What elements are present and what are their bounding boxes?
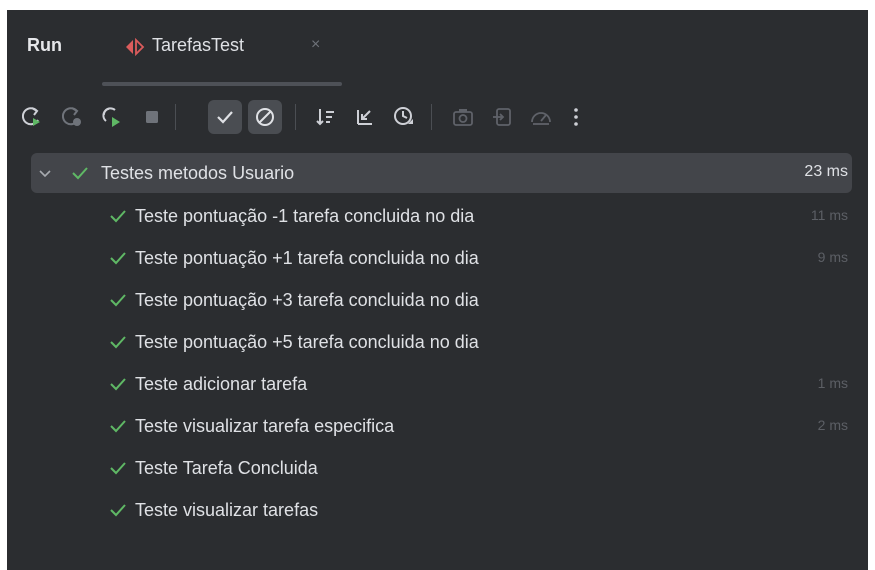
show-passed-icon	[217, 111, 233, 124]
run-tool-window: Run TarefasTest × Testes metodos Usuario…	[7, 10, 868, 570]
check-icon	[110, 336, 126, 349]
test-row[interactable]: Teste visualizar tarefas	[31, 490, 852, 530]
sort-alpha-button[interactable]	[309, 100, 343, 134]
sort-duration-icon	[394, 107, 413, 125]
test-row[interactable]: Teste adicionar tarefa 1 ms	[31, 364, 852, 404]
test-time: 1 ms	[817, 375, 848, 391]
check-icon	[72, 167, 88, 180]
test-label: Teste pontuação +3 tarefa concluida no d…	[135, 290, 479, 310]
rerun-icon	[21, 107, 40, 126]
test-time: 9 ms	[817, 249, 848, 265]
rerun-button[interactable]	[15, 100, 49, 134]
test-label: Teste pontuação +1 tarefa concluida no d…	[135, 248, 479, 268]
coverage-icon	[531, 112, 551, 125]
run-header: Run TarefasTest ×	[7, 10, 868, 86]
check-icon	[110, 378, 126, 391]
tab-tarefastest[interactable]: TarefasTest ×	[102, 10, 342, 86]
collapse-all-button[interactable]	[348, 100, 382, 134]
show-ignored-toggle[interactable]	[248, 100, 282, 134]
test-row[interactable]: Teste Tarefa Concluida	[31, 448, 852, 488]
test-row[interactable]: Teste visualizar tarefa especifica 2 ms	[31, 406, 852, 446]
tab-label: TarefasTest	[152, 35, 245, 55]
coverage-button[interactable]	[524, 100, 558, 134]
tab-active-indicator	[102, 82, 342, 86]
sort-alpha-icon	[316, 109, 334, 126]
show-passed-toggle[interactable]	[208, 100, 242, 134]
toolbar-separator	[175, 104, 176, 130]
more-options-button[interactable]	[559, 100, 593, 134]
check-icon	[110, 210, 126, 223]
close-icon[interactable]: ×	[311, 36, 320, 54]
test-label: Teste pontuação -1 tarefa concluida no d…	[135, 206, 475, 226]
test-time: 11 ms	[810, 207, 848, 223]
more-icon	[574, 108, 578, 126]
check-icon	[110, 504, 126, 517]
sort-duration-button[interactable]	[387, 100, 421, 134]
test-row[interactable]: Teste pontuação +5 tarefa concluida no d…	[31, 322, 852, 362]
run-title: Run	[27, 35, 62, 55]
test-label: Teste visualizar tarefas	[135, 500, 319, 520]
tree-root-time: 23 ms	[804, 163, 848, 180]
stop-icon	[146, 111, 158, 123]
stop-button[interactable]	[135, 100, 169, 134]
chevron-down-icon[interactable]	[37, 165, 53, 181]
rerun-failed-button[interactable]	[55, 100, 89, 134]
test-label: Teste adicionar tarefa	[135, 374, 308, 394]
collapse-all-icon	[357, 110, 372, 125]
test-row[interactable]: Teste pontuação +1 tarefa concluida no d…	[31, 238, 852, 278]
test-row[interactable]: Teste pontuação -1 tarefa concluida no d…	[31, 196, 852, 236]
toolbar-separator	[295, 104, 296, 130]
import-icon	[493, 108, 511, 126]
rerun-auto-icon	[102, 107, 120, 127]
tree-root-row[interactable]: Testes metodos Usuario 23 ms	[31, 153, 852, 193]
test-label: Teste Tarefa Concluida	[135, 458, 318, 478]
rerun-failed-icon	[61, 107, 81, 126]
check-icon	[110, 294, 126, 307]
test-label: Teste visualizar tarefa especifica	[135, 416, 395, 436]
check-icon	[110, 462, 126, 475]
test-row[interactable]: Teste pontuação +3 tarefa concluida no d…	[31, 280, 852, 320]
test-label: Teste pontuação +5 tarefa concluida no d…	[135, 332, 479, 352]
test-run-icon	[126, 38, 145, 56]
screenshot-button[interactable]	[446, 100, 480, 134]
import-tests-button[interactable]	[485, 100, 519, 134]
show-ignored-icon	[256, 108, 274, 126]
toolbar-separator	[431, 104, 432, 130]
check-icon	[110, 420, 126, 433]
camera-icon	[453, 109, 473, 126]
check-icon	[110, 252, 126, 265]
rerun-auto-button[interactable]	[95, 100, 129, 134]
tree-root-label: Testes metodos Usuario	[101, 163, 295, 183]
test-time: 2 ms	[817, 417, 848, 433]
run-toolbar	[7, 96, 868, 140]
